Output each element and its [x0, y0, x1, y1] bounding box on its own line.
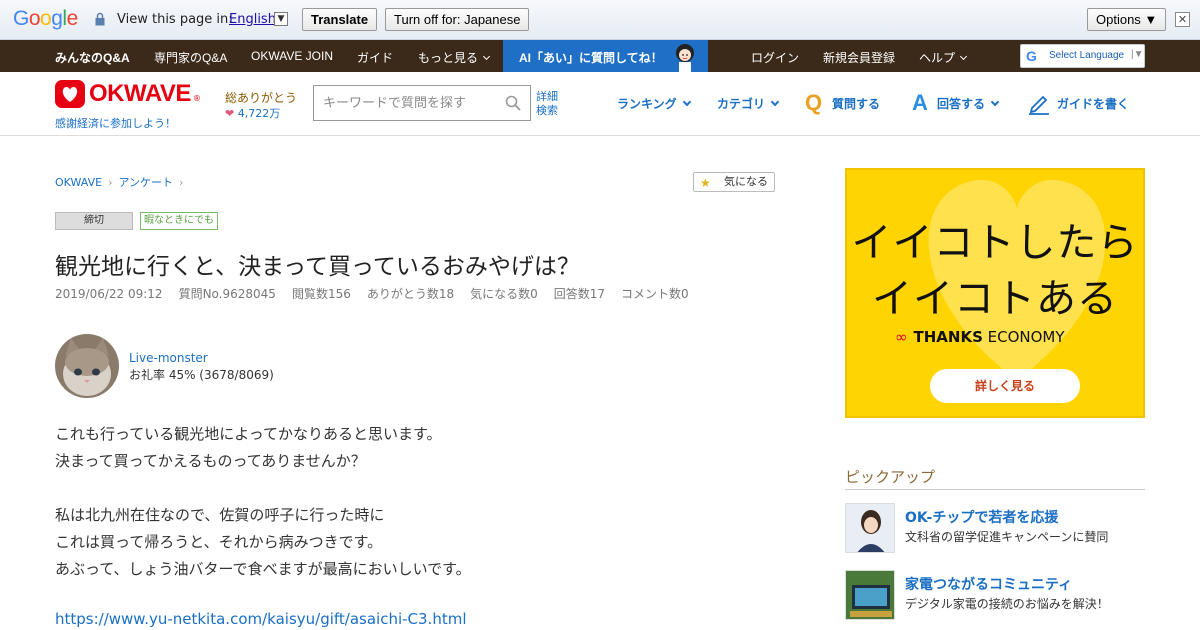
chevron-down-icon [482, 52, 491, 61]
top-navigation: みんなのQ&A 専門家のQ&A OKWAVE JOIN ガイド もっと見る AI… [0, 40, 1200, 72]
nav-help[interactable]: ヘルプ [919, 49, 968, 66]
favorite-button[interactable]: ★ 気になる [693, 172, 775, 192]
body-line: これは買って帰ろうと、それから病みつきです。 [55, 533, 383, 551]
status-badge: 締切 [55, 212, 133, 230]
breadcrumb-separator: › [108, 176, 113, 189]
question-icon: Q [805, 90, 823, 115]
posted-date: 2019/06/22 09:12 [55, 287, 163, 301]
question-meta: 2019/06/22 09:12 質問No.9628045 閲覧数156 ありがとう数… [55, 285, 705, 302]
pen-icon [1029, 95, 1049, 115]
nav-ask[interactable]: 質問する [832, 95, 880, 112]
ad-headline-1: イイコトしたら [851, 220, 1139, 266]
thanks-economy-ad[interactable]: イイコトしたら イイコトある ∞ THANKS ECONOMY 詳しく見る [845, 168, 1145, 418]
options-button[interactable]: Options ▼ [1087, 8, 1167, 31]
language-link[interactable]: English [229, 12, 276, 27]
lock-icon [95, 12, 105, 26]
answer-icon: A [912, 90, 928, 115]
breadcrumb: OKWAVE › アンケート › [55, 174, 189, 190]
answer-count: 回答数17 [553, 287, 606, 301]
external-link[interactable]: https://www.yu-netkita.com/kaisyu/gift/a… [55, 610, 467, 628]
pickup-thumbnail [845, 503, 895, 553]
pickup-item[interactable]: OK-チップで若者を応援 文科省の留学促進キャンペーンに賛同 [845, 503, 1145, 555]
kitten-avatar-image [55, 334, 119, 398]
translate-button[interactable]: Translate [302, 8, 378, 31]
nav-category[interactable]: カテゴリ [717, 95, 780, 112]
thanks-label: 総ありがとう [225, 91, 298, 105]
view-page-text: View this page in: [117, 12, 233, 27]
nav-answer[interactable]: 回答する [937, 95, 1000, 112]
pickup-item[interactable]: 家電つながるコミュニティ デジタル家電の接続のお悩みを解決！ [845, 570, 1145, 622]
pickup-title: OK-チップで若者を応援 [905, 510, 1059, 526]
search-input[interactable] [314, 86, 499, 120]
okwave-logo[interactable]: OKWAVE ® [55, 80, 201, 108]
breadcrumb-survey[interactable]: アンケート [118, 176, 173, 189]
pickup-heading: ピックアップ [845, 466, 1145, 490]
breadcrumb-okwave[interactable]: OKWAVE [55, 176, 102, 189]
body-line [55, 475, 795, 502]
chevron-down-icon [682, 97, 691, 107]
ad-details-button[interactable]: 詳しく見る [930, 369, 1080, 403]
view-count: 閲覧数156 [291, 287, 351, 301]
select-language-dropdown[interactable]: G Select Language |▼ [1020, 44, 1145, 68]
pickup-desc: デジタル家電の接続のお悩みを解決！ [905, 597, 1109, 611]
thanks-rate: お礼率 45% (3678/8069) [129, 368, 274, 382]
dropdown-arrow-icon: |▼ [1131, 49, 1144, 60]
turn-off-button[interactable]: Turn off for: Japanese [385, 8, 530, 31]
google-logo: Google [13, 7, 78, 30]
registered-mark: ® [192, 93, 201, 103]
nav-minna-qa[interactable]: みんなのQ&A [55, 49, 130, 66]
nav-register[interactable]: 新規会員登録 [823, 49, 895, 66]
favorite-count: 気になる数0 [470, 287, 538, 301]
chevron-down-icon [959, 52, 968, 61]
select-language-label: Select Language [1049, 50, 1125, 61]
site-header: OKWAVE ® 感謝経済に参加しよう！ 総ありがとう ❤ 4,722万 詳細検… [0, 72, 1200, 136]
pickup-thumbnail [845, 570, 895, 620]
language-dropdown-icon[interactable]: ▼ [274, 12, 288, 26]
thanks-count-meta: ありがとう数18 [366, 287, 455, 301]
category-tag[interactable]: 暇なときにでも [140, 212, 218, 230]
knot-icon: ∞ [895, 328, 908, 346]
ai-banner-text: AI「あい」に質問してね！ [519, 51, 663, 65]
close-icon[interactable]: ✕ [1175, 12, 1190, 27]
body-line: あぶって、しょう油バターで食べますが最高においしいです。 [55, 560, 471, 578]
breadcrumb-separator: › [179, 176, 184, 189]
nav-guide[interactable]: ガイド [357, 49, 393, 66]
tagline: 感謝経済に参加しよう！ [55, 117, 176, 130]
nav-okwave-join[interactable]: OKWAVE JOIN [251, 49, 333, 63]
nav-expert-qa[interactable]: 専門家のQ&A [154, 49, 227, 66]
chevron-down-icon [770, 97, 780, 107]
pickup-desc: 文科省の留学促進キャンペーンに賛同 [905, 530, 1109, 544]
search-box [313, 85, 531, 121]
question-number: 質問No.9628045 [178, 287, 276, 301]
search-icon[interactable] [505, 95, 521, 111]
avatar[interactable] [55, 334, 119, 398]
pickup-title: 家電つながるコミュニティ [905, 577, 1073, 593]
ad-brand: ∞ THANKS ECONOMY [895, 328, 1065, 346]
thanks-count: ❤ 4,722万 [225, 107, 281, 120]
body-line: 私は北九州在住なので、佐賀の呼子に行った時に [55, 506, 385, 524]
body-line: 決まって買ってかえるものってありませんか？ [55, 452, 366, 470]
comment-count: コメント数0 [621, 287, 689, 301]
nav-write-guide[interactable]: ガイドを書く [1057, 95, 1129, 112]
nav-ranking[interactable]: ランキング [617, 95, 691, 112]
question-body: これも行っている観光地によってかなりあると思います。 決まって買ってかえるものっ… [55, 421, 795, 583]
logo-text: OKWAVE [89, 80, 191, 107]
heart-icon: ❤ [225, 107, 235, 120]
question-title: 観光地に行くと、決まって買っているおみやげは？ [55, 254, 580, 280]
heart-logo-icon [55, 80, 85, 108]
nav-more[interactable]: もっと見る [418, 49, 491, 66]
nav-login[interactable]: ログイン [751, 49, 799, 66]
ad-headline-2: イイコトある [872, 276, 1118, 322]
username-link[interactable]: Live-monster [129, 351, 208, 365]
ai-character-icon [676, 44, 694, 72]
ai-banner[interactable]: AI「あい」に質問してね！ [503, 40, 708, 72]
chevron-down-icon [990, 97, 1000, 107]
google-translate-bar: Google View this page in: English ▼ Tran… [0, 0, 1200, 40]
advanced-search-link[interactable]: 詳細検索 [536, 90, 562, 118]
body-line: これも行っている観光地によってかなりあると思います。 [55, 425, 442, 443]
google-g-icon: G [1026, 48, 1037, 64]
star-icon: ★ [700, 176, 711, 190]
